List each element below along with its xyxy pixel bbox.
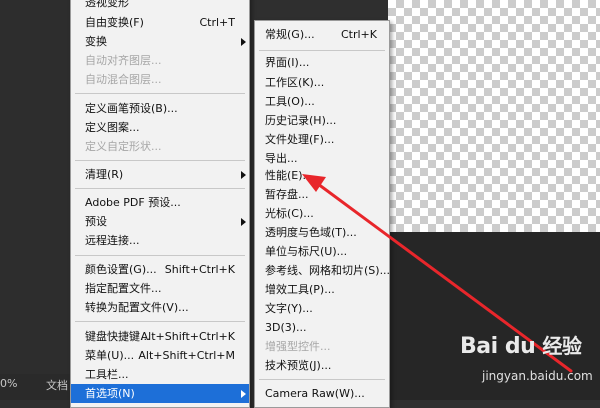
jingyan-text: 经验: [542, 334, 582, 358]
baidu-jingyan-watermark: Bai du 经验 jingyan.baidu.com: [450, 325, 600, 395]
arrow-head-icon: [302, 174, 326, 192]
baidu-logo: Bai du 经验: [460, 330, 582, 359]
baidu-logo-text: Bai du: [460, 334, 536, 359]
watermark-url: jingyan.baidu.com: [482, 369, 593, 383]
